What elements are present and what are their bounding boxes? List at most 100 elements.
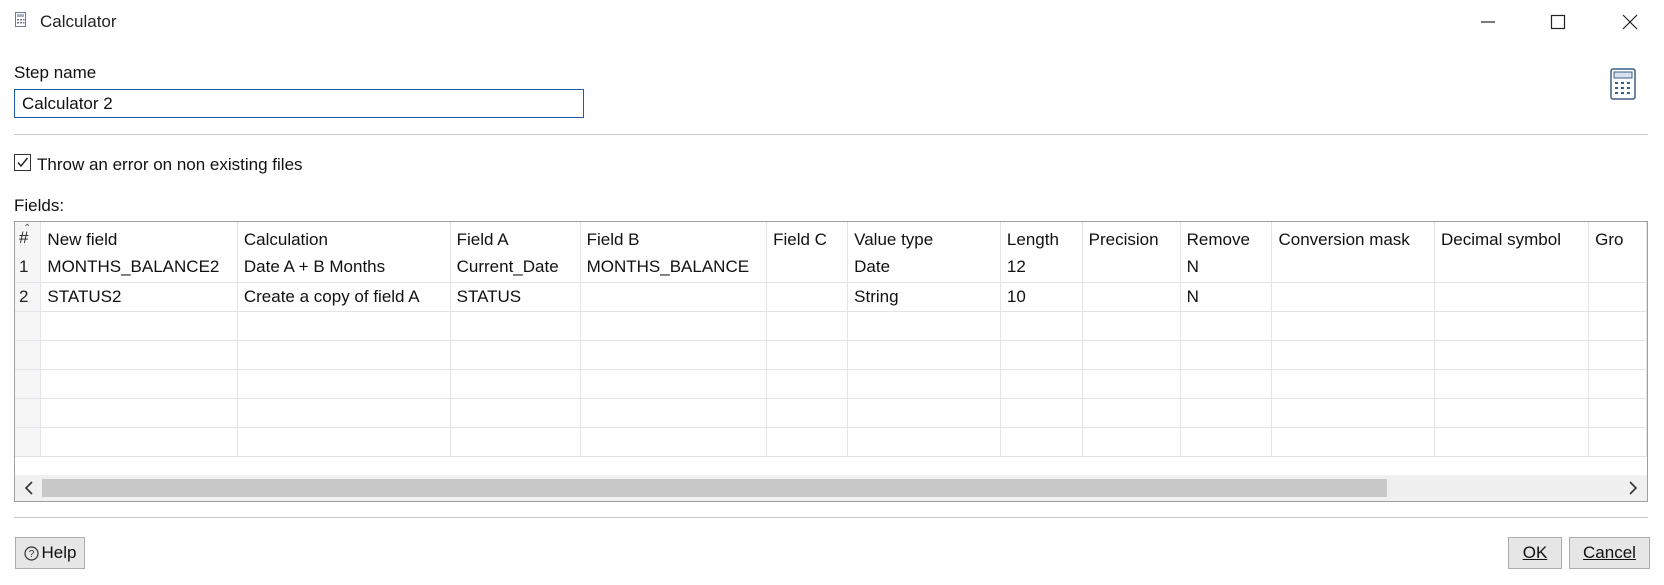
column-header-remove[interactable]: Remove xyxy=(1180,222,1273,253)
cell-grouping[interactable] xyxy=(1588,253,1647,283)
column-header-new-field[interactable]: New field xyxy=(40,222,238,253)
cell-value-type[interactable]: String xyxy=(847,282,1001,312)
cell-remove[interactable] xyxy=(1180,340,1273,370)
scroll-left-button[interactable] xyxy=(21,478,37,498)
table-row[interactable] xyxy=(15,340,1647,370)
cell-decimal-symbol[interactable] xyxy=(1434,369,1590,399)
maximize-button[interactable] xyxy=(1535,8,1581,36)
cell-remove[interactable]: N xyxy=(1180,253,1273,283)
close-button[interactable] xyxy=(1607,8,1653,36)
cancel-button[interactable]: Cancel xyxy=(1569,537,1650,569)
cell-conversion-mask[interactable] xyxy=(1271,398,1436,428)
cell-new-field[interactable] xyxy=(40,427,238,457)
column-header-length[interactable]: Length xyxy=(1000,222,1083,253)
cell-field-c[interactable] xyxy=(766,340,849,370)
cell-field-c[interactable] xyxy=(766,253,849,283)
cell-field-b[interactable] xyxy=(580,427,768,457)
cell-field-b[interactable] xyxy=(580,369,768,399)
cell-precision[interactable] xyxy=(1082,398,1181,428)
cell-remove[interactable] xyxy=(1180,398,1273,428)
cell-calculation[interactable] xyxy=(237,369,451,399)
table-row[interactable] xyxy=(15,427,1647,457)
cell-length[interactable]: 12 xyxy=(1000,253,1083,283)
cell-calculation[interactable]: Create a copy of field A xyxy=(237,282,451,312)
cell-field-c[interactable] xyxy=(766,369,849,399)
cell-value-type[interactable] xyxy=(847,398,1001,428)
cell-grouping[interactable] xyxy=(1588,340,1647,370)
cell-conversion-mask[interactable] xyxy=(1271,253,1436,283)
cell-precision[interactable] xyxy=(1082,253,1181,283)
cell-field-a[interactable] xyxy=(450,427,581,457)
cell-remove[interactable] xyxy=(1180,311,1273,341)
cell-calculation[interactable]: Date A + B Months xyxy=(237,253,451,283)
cell-remove[interactable] xyxy=(1180,427,1273,457)
cell-decimal-symbol[interactable] xyxy=(1434,311,1590,341)
column-header-field-a[interactable]: Field A xyxy=(450,222,581,253)
cell-length[interactable] xyxy=(1000,369,1083,399)
column-header-field-b[interactable]: Field B xyxy=(580,222,768,253)
cell-field-a[interactable] xyxy=(450,340,581,370)
cell-new-field[interactable] xyxy=(40,369,238,399)
cell-calculation[interactable] xyxy=(237,398,451,428)
column-header-field-c[interactable]: Field C xyxy=(766,222,849,253)
cell-conversion-mask[interactable] xyxy=(1271,369,1436,399)
cell-new-field[interactable]: MONTHS_BALANCE2 xyxy=(40,253,238,283)
cell-value-type[interactable] xyxy=(847,427,1001,457)
cell-decimal-symbol[interactable] xyxy=(1434,340,1590,370)
cell-field-a[interactable]: Current_Date xyxy=(450,253,581,283)
cell-new-field[interactable] xyxy=(40,311,238,341)
cell-remove[interactable] xyxy=(1180,369,1273,399)
cell-field-b[interactable] xyxy=(580,311,768,341)
cell-remove[interactable]: N xyxy=(1180,282,1273,312)
column-header-value-type[interactable]: Value type xyxy=(847,222,1001,253)
cell-field-a[interactable] xyxy=(450,369,581,399)
cell-conversion-mask[interactable] xyxy=(1271,311,1436,341)
cell-grouping[interactable] xyxy=(1588,369,1647,399)
cell-grouping[interactable] xyxy=(1588,427,1647,457)
cell-value-type[interactable] xyxy=(847,311,1001,341)
cell-conversion-mask[interactable] xyxy=(1271,282,1436,312)
horizontal-scrollbar[interactable] xyxy=(15,475,1647,501)
cell-precision[interactable] xyxy=(1082,369,1181,399)
cell-new-field[interactable] xyxy=(40,340,238,370)
column-header-grouping[interactable]: Gro xyxy=(1588,222,1647,253)
cell-value-type[interactable]: Date xyxy=(847,253,1001,283)
table-row[interactable] xyxy=(15,311,1647,341)
cell-length[interactable] xyxy=(1000,427,1083,457)
cell-length[interactable] xyxy=(1000,340,1083,370)
cell-field-a[interactable] xyxy=(450,311,581,341)
table-row[interactable]: 1 MONTHS_BALANCE2 Date A + B Months Current… xyxy=(15,253,1647,283)
column-header-conversion-mask[interactable]: Conversion mask xyxy=(1271,222,1436,253)
cell-precision[interactable] xyxy=(1082,311,1181,341)
cell-conversion-mask[interactable] xyxy=(1271,427,1436,457)
column-header-decimal-symbol[interactable]: Decimal symbol xyxy=(1434,222,1590,253)
table-row[interactable]: 2 STATUS2 Create a copy of field A STATUS St… xyxy=(15,282,1647,312)
cell-field-a[interactable] xyxy=(450,398,581,428)
cell-field-c[interactable] xyxy=(766,282,849,312)
cell-grouping[interactable] xyxy=(1588,311,1647,341)
cell-precision[interactable] xyxy=(1082,340,1181,370)
step-name-input[interactable] xyxy=(14,89,584,118)
cell-decimal-symbol[interactable] xyxy=(1434,398,1590,428)
cell-field-a[interactable]: STATUS xyxy=(450,282,581,312)
column-header-calculation[interactable]: Calculation xyxy=(237,222,451,253)
cell-length[interactable] xyxy=(1000,398,1083,428)
throw-error-checkbox[interactable] xyxy=(14,154,31,171)
cell-precision[interactable] xyxy=(1082,427,1181,457)
cell-decimal-symbol[interactable] xyxy=(1434,427,1590,457)
table-row[interactable] xyxy=(15,369,1647,399)
cell-precision[interactable] xyxy=(1082,282,1181,312)
cell-new-field[interactable] xyxy=(40,398,238,428)
cell-grouping[interactable] xyxy=(1588,282,1647,312)
cell-calculation[interactable] xyxy=(237,340,451,370)
cell-new-field[interactable]: STATUS2 xyxy=(40,282,238,312)
cell-field-b[interactable]: MONTHS_BALANCE xyxy=(580,253,768,283)
cell-decimal-symbol[interactable] xyxy=(1434,253,1590,283)
cell-field-b[interactable] xyxy=(580,282,768,312)
help-button[interactable]: ? Help xyxy=(15,537,85,569)
column-header-index[interactable]: ⌃ # xyxy=(15,222,42,253)
cell-value-type[interactable] xyxy=(847,369,1001,399)
minimize-button[interactable] xyxy=(1465,8,1511,36)
cell-field-c[interactable] xyxy=(766,311,849,341)
cell-value-type[interactable] xyxy=(847,340,1001,370)
